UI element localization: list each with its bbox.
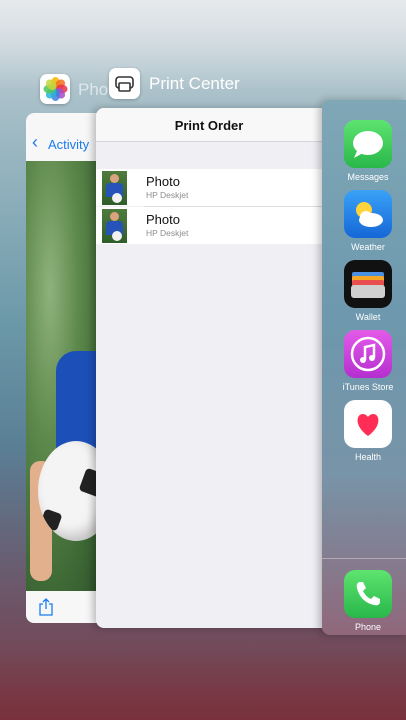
app-label: Weather xyxy=(351,242,385,252)
print-job-row[interactable]: Photo HP Deskjet xyxy=(96,207,322,244)
photos-app-card[interactable]: ‹ Activity xyxy=(26,113,106,623)
print-job-name: Photo xyxy=(146,174,180,189)
app-wallet[interactable]: Wallet xyxy=(344,260,392,322)
photos-app-icon[interactable] xyxy=(40,74,70,104)
app-itunes-store[interactable]: iTunes Store xyxy=(343,330,393,392)
share-icon[interactable] xyxy=(38,598,54,616)
dock-divider xyxy=(322,558,406,559)
health-icon xyxy=(344,400,392,448)
print-order-nav-bar: Print Order xyxy=(96,108,322,142)
photo-thumbnail xyxy=(102,209,127,243)
photos-toolbar xyxy=(26,591,106,623)
print-job-row[interactable]: Photo HP Deskjet xyxy=(96,169,322,206)
app-messages[interactable]: Messages xyxy=(344,120,392,182)
print-center-app-icon[interactable] xyxy=(109,68,140,99)
weather-icon xyxy=(344,190,392,238)
app-label: Health xyxy=(354,452,381,462)
chevron-left-icon[interactable]: ‹ xyxy=(32,133,38,151)
home-screen-card[interactable]: Messages Weather Wallet iTunes Store Hea… xyxy=(322,100,406,635)
back-button[interactable]: Activity xyxy=(48,137,89,152)
wallet-icon xyxy=(344,260,392,308)
phone-icon xyxy=(344,570,392,618)
app-weather[interactable]: Weather xyxy=(344,190,392,252)
app-label: iTunes Store xyxy=(342,382,394,392)
photo-thumbnail xyxy=(102,171,127,205)
photo-preview xyxy=(26,161,106,591)
print-job-printer: HP Deskjet xyxy=(146,190,189,200)
itunes-store-icon xyxy=(344,330,392,378)
bottom-fade xyxy=(0,650,406,720)
photos-nav-bar: ‹ Activity xyxy=(26,113,106,161)
app-phone[interactable]: Phone xyxy=(344,570,392,632)
print-order-title: Print Order xyxy=(174,118,244,133)
messages-icon xyxy=(344,120,392,168)
print-job-printer: HP Deskjet xyxy=(146,228,189,238)
app-label: Wallet xyxy=(355,312,381,322)
print-center-app-title: Print Center xyxy=(149,74,240,93)
print-center-app-card[interactable]: Print Order Photo HP Deskjet Photo HP De… xyxy=(96,108,322,628)
app-health[interactable]: Health xyxy=(344,400,392,462)
print-job-name: Photo xyxy=(146,212,180,227)
app-label: Phone xyxy=(354,622,382,632)
photos-app-title: Pho xyxy=(78,80,109,99)
app-label: Messages xyxy=(347,172,389,182)
printer-icon xyxy=(115,76,134,92)
